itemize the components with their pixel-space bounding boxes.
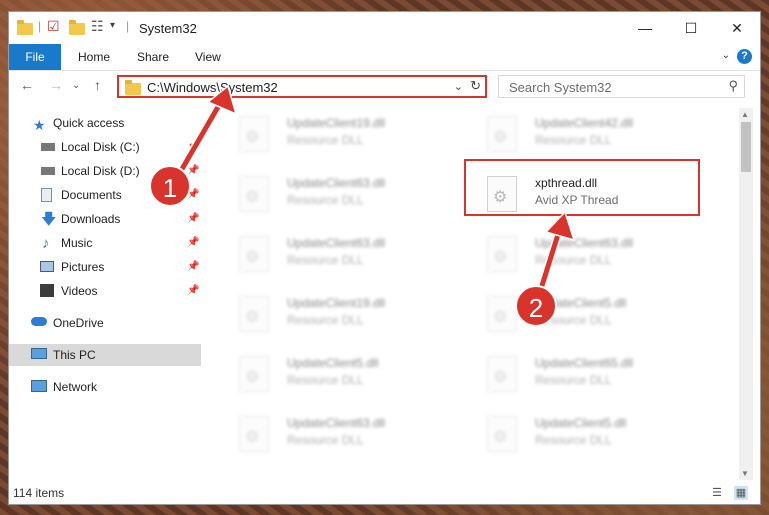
step-2-badge: 2 — [515, 285, 557, 327]
arrow-to-xpthread — [536, 210, 576, 296]
arrow-to-address-bar — [174, 84, 238, 180]
annotation-arrows — [174, 84, 576, 296]
step-1-badge: 1 — [149, 165, 191, 207]
